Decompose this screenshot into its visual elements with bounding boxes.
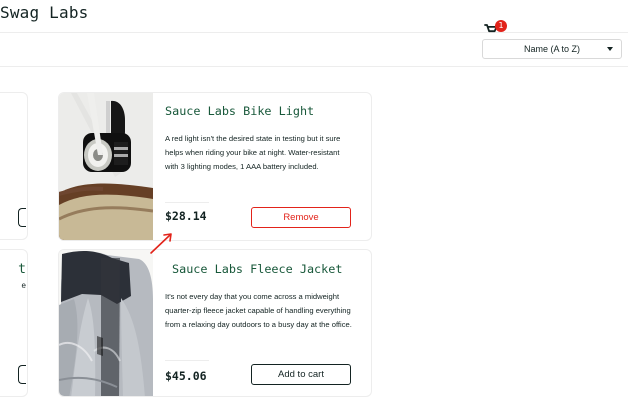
partial-product-card-left-top — [0, 92, 28, 240]
bike-light-product-image[interactable] — [59, 93, 153, 240]
sort-selected-value: Name (A to Z) — [524, 44, 581, 54]
app-title: Swag Labs — [0, 3, 89, 22]
partial-cart-button[interactable] — [18, 208, 26, 227]
bike-light-info: Sauce Labs Bike Light A red light isn't … — [165, 93, 351, 240]
fleece-jacket-image — [59, 250, 153, 396]
remove-from-cart-button[interactable]: Remove — [251, 207, 351, 228]
product-description: A red light isn't the desired state in t… — [165, 133, 341, 171]
price-divider — [165, 202, 209, 203]
partial-cart-button[interactable] — [18, 365, 26, 384]
product-card-bike-light: Sauce Labs Bike Light A red light isn't … — [58, 92, 372, 241]
product-sort-dropdown[interactable]: Name (A to Z) — [482, 39, 622, 59]
bike-light-image — [59, 93, 153, 240]
product-title[interactable]: Sauce Labs Fleece Jacket — [172, 262, 342, 276]
add-to-cart-button[interactable]: Add to cart — [251, 364, 351, 385]
product-card-fleece-jacket: Sauce Labs Fleece Jacket It's not every … — [58, 249, 372, 397]
partial-product-title: t — [18, 262, 26, 277]
fleece-jacket-product-image[interactable] — [59, 250, 153, 396]
product-description: It's not every day that you come across … — [165, 291, 352, 329]
partial-product-description: e — [21, 281, 26, 290]
product-price: $45.06 — [165, 369, 207, 383]
product-title[interactable]: Sauce Labs Bike Light — [165, 104, 314, 118]
partial-product-card-left-bottom: t e — [0, 249, 28, 397]
chevron-down-icon — [607, 47, 613, 51]
product-price: $28.14 — [165, 209, 207, 223]
cart-count-badge: 1 — [495, 20, 507, 32]
fleece-jacket-info: Sauce Labs Fleece Jacket It's not every … — [165, 250, 352, 396]
top-header: Swag Labs 1 — [0, 0, 628, 36]
price-divider — [165, 360, 209, 361]
inventory-page: Swag Labs 1 Name (A to Z) t e Sauce Labs… — [0, 0, 628, 404]
